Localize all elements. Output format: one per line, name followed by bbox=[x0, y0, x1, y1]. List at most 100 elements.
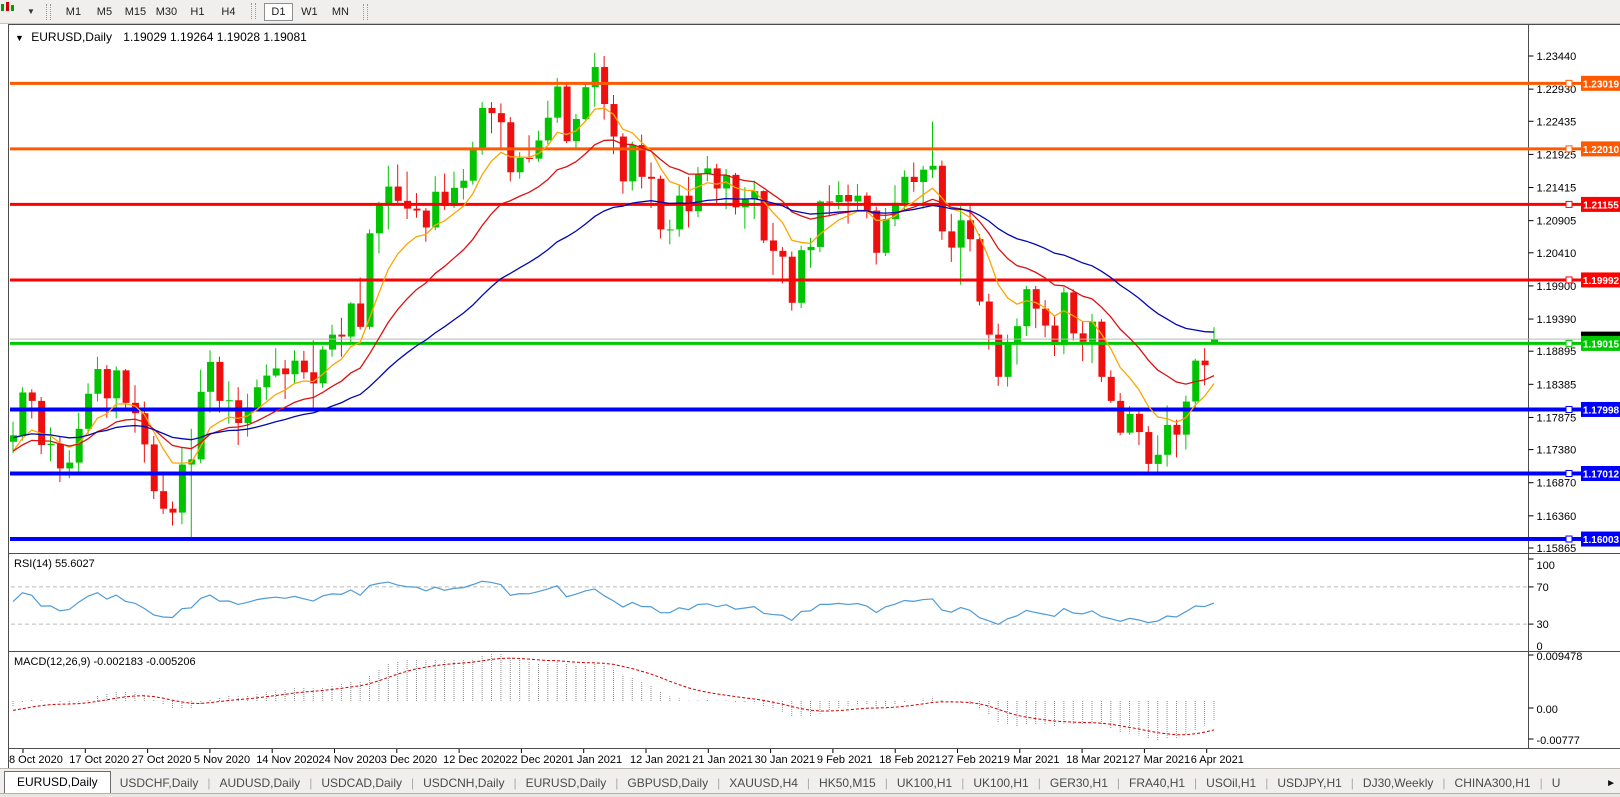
window-bottom-edge bbox=[0, 793, 1620, 797]
tab-USOil-H1[interactable]: USOil,H1 bbox=[1197, 773, 1265, 794]
svg-text:1.23019: 1.23019 bbox=[1583, 79, 1620, 90]
hline-handle bbox=[1566, 201, 1572, 207]
price-axis-tick: 1.17380 bbox=[1537, 445, 1577, 457]
svg-text:1.17998: 1.17998 bbox=[1583, 405, 1620, 416]
tab-U[interactable]: U bbox=[1543, 773, 1570, 794]
chart-menu-arrow-icon[interactable]: ▼ bbox=[15, 33, 24, 43]
timeframe-button-D1[interactable]: D1 bbox=[264, 3, 293, 21]
tab-EURUSD-Daily[interactable]: EURUSD,Daily bbox=[4, 771, 111, 794]
price-axis-tick: 1.20905 bbox=[1537, 216, 1577, 228]
date-label: 22 Dec 2020 bbox=[505, 754, 567, 766]
svg-text:1.19015: 1.19015 bbox=[1583, 339, 1620, 350]
price-axis-tick: 1.18895 bbox=[1537, 346, 1577, 358]
rsi-label: RSI(14) 55.6027 bbox=[14, 558, 95, 570]
timeframe-button-M1[interactable]: M1 bbox=[59, 3, 88, 21]
date-label: 12 Jan 2021 bbox=[630, 754, 691, 766]
svg-text:1.22010: 1.22010 bbox=[1583, 145, 1620, 156]
price-axis-tick: 1.17875 bbox=[1537, 412, 1577, 424]
candlestick-chart[interactable]: 1.234401.229301.224351.219251.214151.209… bbox=[9, 25, 1620, 554]
chart-type-icon[interactable] bbox=[4, 3, 26, 21]
timeframe-toolbar: ▼ M1M5M15M30H1H4 D1W1MN bbox=[0, 0, 1620, 24]
tab-DJ30-Weekly[interactable]: DJ30,Weekly bbox=[1354, 773, 1442, 794]
main-chart-panel: ▼ EURUSD,Daily 1.19029 1.19264 1.19028 1… bbox=[8, 24, 1620, 553]
date-label: 27 Feb 2021 bbox=[942, 754, 1004, 766]
svg-text:-0.00777: -0.00777 bbox=[1537, 735, 1580, 747]
macd-chart[interactable]: 0.009478 0.00 -0.00777 bbox=[9, 652, 1620, 749]
price-axis-tick: 1.16870 bbox=[1537, 478, 1577, 490]
svg-text:70: 70 bbox=[1537, 582, 1549, 594]
tab-USDJPY-H1[interactable]: USDJPY,H1 bbox=[1268, 773, 1350, 794]
tab-USDCNH-Daily[interactable]: USDCNH,Daily bbox=[414, 773, 513, 794]
rsi-chart[interactable]: 10070300 bbox=[9, 554, 1620, 652]
toolbar-grip[interactable] bbox=[363, 4, 368, 20]
tab-FRA40-H1[interactable]: FRA40,H1 bbox=[1120, 773, 1194, 794]
chart-tab-bar: EURUSD,DailyUSDCHF,Daily|AUDUSD,Daily|US… bbox=[0, 768, 1620, 794]
svg-text:1.19992: 1.19992 bbox=[1583, 276, 1620, 287]
date-label: 27 Mar 2021 bbox=[1128, 754, 1190, 766]
macd-panel: MACD(12,26,9) -0.002183 -0.005206 0.0094… bbox=[8, 651, 1620, 748]
date-label: 3 Dec 2020 bbox=[381, 754, 437, 766]
tab-UK100-H1[interactable]: UK100,H1 bbox=[888, 773, 961, 794]
moving-average-40 bbox=[13, 199, 1214, 440]
svg-text:0.00: 0.00 bbox=[1537, 704, 1558, 716]
date-label: 18 Mar 2021 bbox=[1066, 754, 1128, 766]
date-label: 1 Jan 2021 bbox=[568, 754, 622, 766]
toolbar-grip[interactable] bbox=[46, 4, 51, 20]
rsi-panel: RSI(14) 55.6027 10070300 bbox=[8, 553, 1620, 651]
date-label: 14 Nov 2020 bbox=[256, 754, 318, 766]
tab-XAUUSD-H4[interactable]: XAUUSD,H4 bbox=[720, 773, 807, 794]
price-axis-tick: 1.19390 bbox=[1537, 314, 1577, 326]
rsi-line bbox=[13, 581, 1214, 624]
tab-USDCAD-Daily[interactable]: USDCAD,Daily bbox=[312, 773, 411, 794]
date-label: 8 Oct 2020 bbox=[9, 754, 63, 766]
date-label: 9 Feb 2021 bbox=[817, 754, 873, 766]
date-label: 6 Apr 2021 bbox=[1191, 754, 1244, 766]
hline-handle bbox=[1566, 80, 1572, 86]
chart-type-dropdown-icon[interactable]: ▼ bbox=[27, 7, 35, 16]
price-axis-tick: 1.22435 bbox=[1537, 116, 1577, 128]
tab-GBPUSD-Daily[interactable]: GBPUSD,Daily bbox=[618, 773, 717, 794]
date-axis[interactable]: 8 Oct 2020 17 Oct 202027 Oct 20205 Nov 20… bbox=[8, 748, 1620, 768]
tab-scroll-right-icon[interactable]: ► bbox=[1606, 778, 1616, 789]
price-axis-tick: 1.20410 bbox=[1537, 248, 1577, 260]
timeframe-button-M30[interactable]: M30 bbox=[152, 3, 181, 21]
price-axis-tick: 1.21415 bbox=[1537, 183, 1577, 195]
svg-text:1.21155: 1.21155 bbox=[1583, 200, 1619, 211]
hline-handle bbox=[1566, 340, 1572, 346]
svg-text:30: 30 bbox=[1537, 619, 1549, 631]
date-label: 27 Oct 2020 bbox=[132, 754, 192, 766]
svg-text:0.009478: 0.009478 bbox=[1537, 652, 1583, 663]
price-axis-tick: 1.23440 bbox=[1537, 51, 1577, 63]
toolbar-separator bbox=[251, 3, 256, 19]
tab-HK50-M15[interactable]: HK50,M15 bbox=[810, 773, 885, 794]
date-label: 17 Oct 2020 bbox=[69, 754, 129, 766]
date-label: 9 Mar 2021 bbox=[1004, 754, 1060, 766]
hline-handle bbox=[1566, 277, 1572, 283]
timeframe-button-M15[interactable]: M15 bbox=[121, 3, 150, 21]
hline-handle bbox=[1566, 536, 1572, 542]
macd-label: MACD(12,26,9) -0.002183 -0.005206 bbox=[14, 656, 196, 668]
timeframe-button-W1[interactable]: W1 bbox=[295, 3, 324, 21]
timeframe-button-H1[interactable]: H1 bbox=[183, 3, 212, 21]
date-label: 18 Feb 2021 bbox=[879, 754, 941, 766]
timeframe-button-MN[interactable]: MN bbox=[326, 3, 355, 21]
date-label: 30 Jan 2021 bbox=[755, 754, 816, 766]
tab-GER30-H1[interactable]: GER30,H1 bbox=[1041, 773, 1117, 794]
date-label: 5 Nov 2020 bbox=[194, 754, 250, 766]
chart-symbol-label: EURUSD,Daily bbox=[31, 30, 112, 44]
hline-handle bbox=[1566, 146, 1572, 152]
trading-terminal-window: { "icons": { "chart_menu_arrow": "▼", "t… bbox=[0, 0, 1620, 797]
tab-CHINA300-H1[interactable]: CHINA300,H1 bbox=[1446, 773, 1540, 794]
svg-text:100: 100 bbox=[1537, 560, 1555, 572]
chart-title: ▼ EURUSD,Daily 1.19029 1.19264 1.19028 1… bbox=[15, 30, 307, 44]
tab-USDCHF-Daily[interactable]: USDCHF,Daily bbox=[111, 773, 208, 794]
tab-AUDUSD-Daily[interactable]: AUDUSD,Daily bbox=[211, 773, 310, 794]
timeframe-buttons: M1M5M15M30H1H4 D1W1MN bbox=[58, 3, 356, 21]
price-axis-tick: 1.16360 bbox=[1537, 511, 1577, 523]
timeframe-button-H4[interactable]: H4 bbox=[214, 3, 243, 21]
price-axis-tick: 1.18385 bbox=[1537, 379, 1577, 391]
svg-text:1.17012: 1.17012 bbox=[1583, 469, 1620, 480]
tab-UK100-H1[interactable]: UK100,H1 bbox=[964, 773, 1037, 794]
timeframe-button-M5[interactable]: M5 bbox=[90, 3, 119, 21]
tab-EURUSD-Daily[interactable]: EURUSD,Daily bbox=[517, 773, 616, 794]
